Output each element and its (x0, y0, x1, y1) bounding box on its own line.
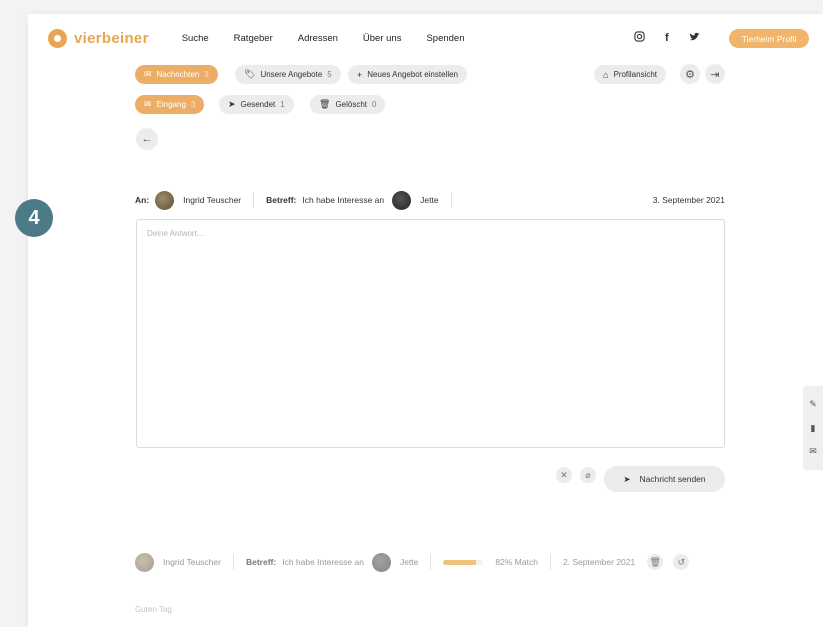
folder-deleted[interactable]: 🗑 Gelöscht 0 (310, 95, 386, 114)
subject-label: Betreff: (266, 195, 297, 205)
message-history-row[interactable]: Ingrid Teuscher Betreff: Ich habe Intere… (135, 551, 725, 573)
tab-offers-count: 5 (327, 70, 332, 79)
nav-item-ueber-uns[interactable]: Über uns (363, 33, 402, 44)
gear-icon: ⚙ (685, 68, 695, 81)
paw-icon (48, 28, 67, 48)
compose-date: 3. September 2021 (652, 195, 725, 205)
close-icon: ✕ (560, 469, 568, 480)
folder-sent-label: Gesendet (240, 100, 276, 109)
divider (232, 554, 234, 570)
delete-icon[interactable]: 🗑 (647, 554, 664, 570)
brand-name: vierbeiner (74, 29, 149, 47)
nav-item-ratgeber[interactable]: Ratgeber (234, 33, 273, 44)
subject-text: Ich habe Interesse an (302, 195, 385, 205)
animal-avatar (392, 190, 412, 210)
history-date: 2. September 2021 (562, 557, 636, 567)
home-icon: ⌂ (603, 69, 609, 80)
step-badge: 4 (15, 199, 53, 237)
instagram-icon[interactable] (634, 31, 645, 45)
send-message-button[interactable]: ➤ Nachricht senden (604, 466, 725, 492)
folder-deleted-count: 0 (372, 100, 377, 109)
tag-icon: 🏷 (244, 69, 256, 79)
mail-icon[interactable]: ✉ (809, 446, 817, 457)
logout-button[interactable]: ⇥ (705, 64, 725, 84)
logout-icon: ⇥ (710, 68, 720, 81)
shelter-profile-button[interactable]: Tierheim Profil (729, 29, 809, 48)
new-offer-button[interactable]: + Neues Angebot einstellen (348, 65, 467, 84)
side-widget: ✎ ▮ ✉ (803, 386, 823, 470)
profile-view-label: Profilansicht (613, 70, 658, 79)
attach-button[interactable]: ⌀ (580, 467, 596, 483)
tab-offers-label: Unsere Angebote (260, 70, 323, 79)
history-actions: 🗑 ↺ (647, 554, 690, 570)
plus-icon: + (357, 69, 363, 80)
send-message-label: Nachricht senden (639, 474, 706, 484)
paperclip-icon: ⌀ (585, 469, 591, 480)
logo[interactable]: vierbeiner (48, 28, 149, 48)
tab-offers[interactable]: 🏷 Unsere Angebote 5 (235, 65, 341, 84)
profile-view-button[interactable]: ⌂ Profilansicht (594, 65, 667, 84)
main-nav: Suche Ratgeber Adressen Über uns Spenden (182, 33, 465, 44)
book-icon[interactable]: ▮ (811, 423, 816, 434)
match-bar (443, 559, 484, 565)
folder-inbox-label: Eingang (156, 100, 186, 109)
folder-sent-count: 1 (280, 100, 285, 109)
folder-sent[interactable]: ➤ Gesendet 1 (219, 95, 294, 114)
site-header: vierbeiner Suche Ratgeber Adressen Über … (48, 24, 809, 52)
avatar (135, 552, 154, 572)
avatar (155, 190, 175, 210)
folder-inbox-count: 3 (190, 100, 196, 109)
social-links: f (634, 31, 701, 45)
trash-icon: 🗑 (319, 99, 331, 109)
nav-item-spenden[interactable]: Spenden (426, 33, 464, 44)
divider (430, 554, 432, 570)
facebook-icon[interactable]: f (665, 32, 669, 44)
back-button[interactable]: ← (136, 128, 158, 150)
message-preview: Guten Tag (135, 605, 172, 614)
history-sender: Ingrid Teuscher (163, 557, 221, 567)
twitter-icon[interactable] (689, 32, 701, 45)
inbox-icon: ✉ (144, 99, 152, 109)
folder-deleted-label: Gelöscht (335, 100, 368, 109)
discard-button[interactable]: ✕ (556, 467, 572, 483)
tab-messages-label: Nachrichten (156, 70, 200, 79)
recipient-name: Ingrid Teuscher (183, 195, 242, 205)
nav-item-adressen[interactable]: Adressen (298, 33, 338, 44)
settings-button[interactable]: ⚙ (680, 64, 700, 84)
edit-icon[interactable]: ✎ (809, 399, 817, 410)
arrow-left-icon: ← (141, 133, 153, 145)
divider (253, 192, 255, 208)
reply-icon[interactable]: ↺ (673, 554, 690, 570)
history-subject-label: Betreff: (245, 557, 277, 567)
mail-icon: ✉ (144, 69, 152, 79)
tab-messages[interactable]: ✉ Nachrichten 3 (135, 65, 218, 84)
to-label: An: (135, 195, 150, 205)
match-label: 82% Match (495, 557, 538, 567)
animal-name: Jette (420, 195, 439, 205)
divider (549, 554, 551, 570)
new-offer-label: Neues Angebot einstellen (367, 70, 458, 79)
nav-item-suche[interactable]: Suche (182, 33, 209, 44)
tab-messages-count: 3 (204, 70, 209, 79)
history-subject: Ich habe Interesse an (282, 557, 364, 567)
reply-textarea[interactable] (136, 219, 725, 448)
history-animal: Jette (399, 557, 419, 567)
divider (450, 192, 452, 208)
send-icon: ➤ (623, 473, 631, 484)
folder-inbox[interactable]: ✉ Eingang 3 (135, 95, 205, 114)
animal-avatar (371, 552, 391, 572)
compose-meta: An: Ingrid Teuscher Betreff: Ich habe In… (135, 189, 725, 211)
send-icon: ➤ (228, 99, 236, 109)
